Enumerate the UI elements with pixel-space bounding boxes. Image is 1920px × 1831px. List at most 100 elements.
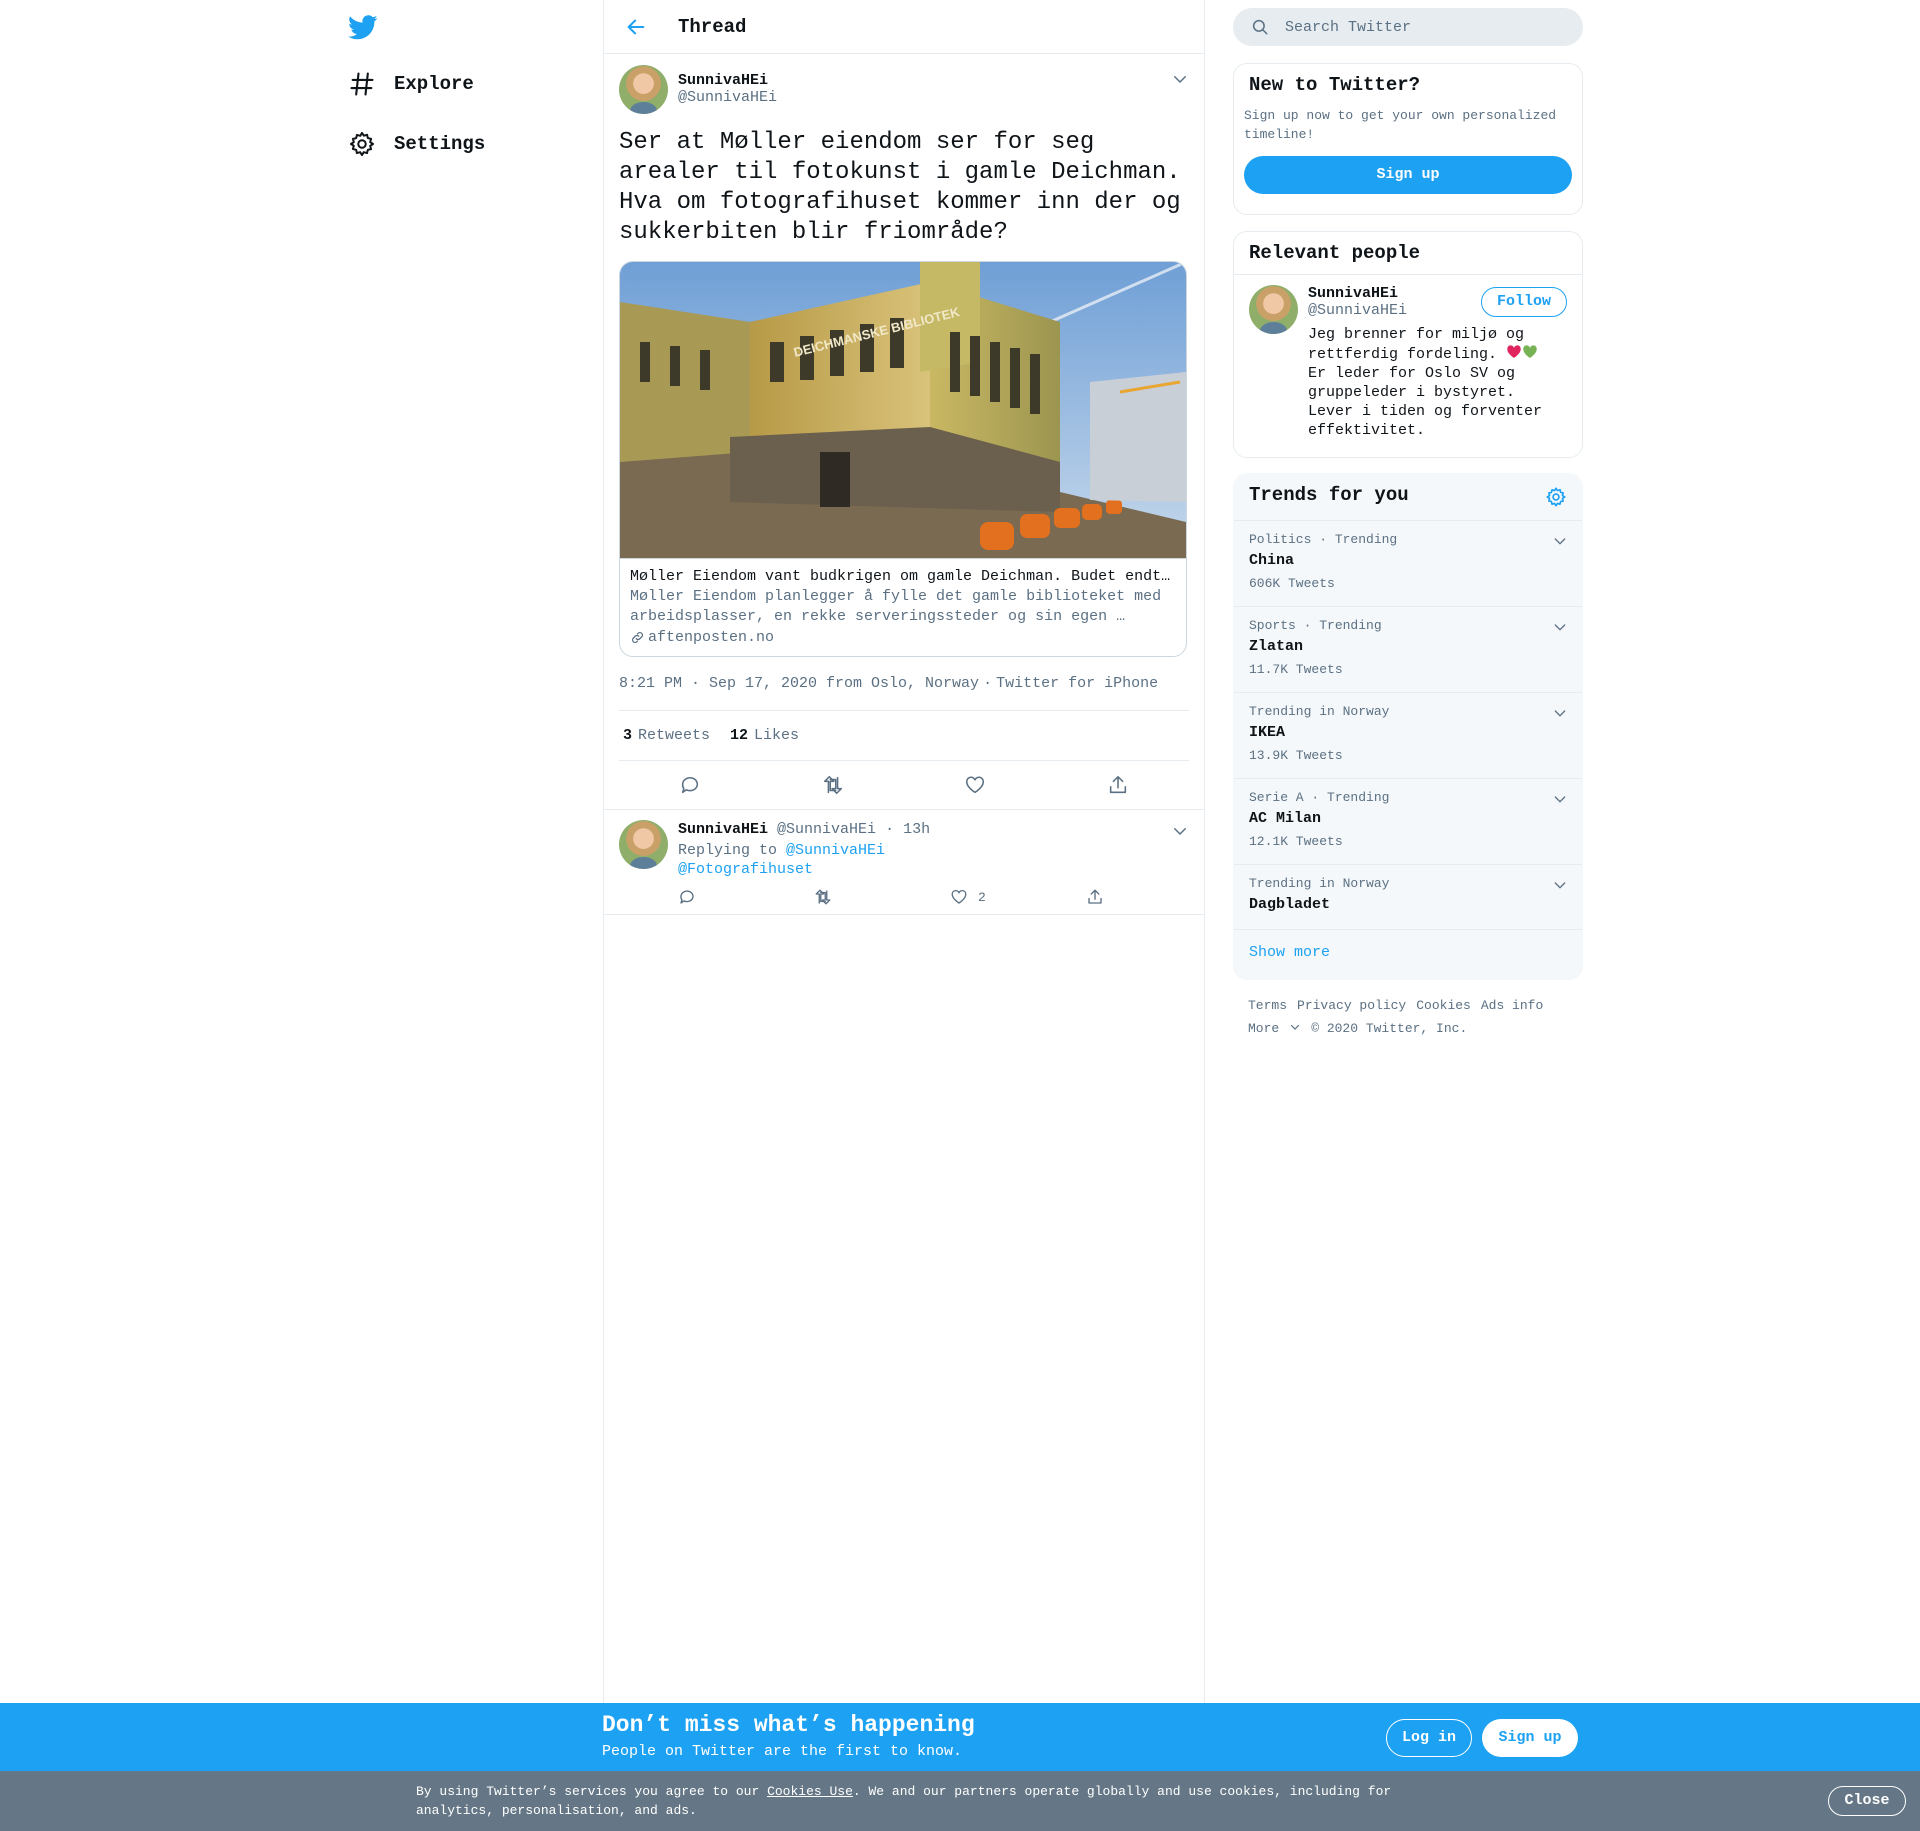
chevron-down-icon[interactable] <box>1552 791 1568 807</box>
tweet-time[interactable]: 8:21 PM · Sep 17, 2020 from Oslo, Norway <box>619 675 979 692</box>
cookie-close-button[interactable]: Close <box>1828 1786 1906 1816</box>
like-label[interactable]: Likes <box>754 727 799 744</box>
cookie-text: By using Twitter’s services you agree to… <box>416 1782 1416 1820</box>
gear-icon[interactable] <box>1545 486 1567 508</box>
footer-terms[interactable]: Terms <box>1248 998 1287 1013</box>
trend-name: AC Milan <box>1249 810 1322 827</box>
trend-context: Sports · Trending <box>1249 618 1382 633</box>
relevant-person[interactable]: SunnivaHEi @SunnivaHEi Jeg brenner for m… <box>1234 275 1582 450</box>
meta-separator: · <box>983 675 993 692</box>
trend-item[interactable]: Sports · Trending Zlatan 11.7K Tweets <box>1234 607 1582 693</box>
library-building-image: DEICHMANSKE BIBLIOTEK <box>620 262 1186 558</box>
reply-tweet[interactable]: SunnivaHEi @SunnivaHEi · 13h Replying to… <box>604 810 1204 915</box>
search-input[interactable] <box>1283 17 1567 37</box>
nav-settings-label: Settings <box>394 133 486 155</box>
reply-text: @Fotografihuset <box>678 861 1222 878</box>
trend-count: 13.9K Tweets <box>1249 748 1343 763</box>
replying-to-link[interactable]: @SunnivaHEi <box>786 842 885 859</box>
trend-count: 11.7K Tweets <box>1249 662 1343 677</box>
chevron-down-icon[interactable] <box>1552 533 1568 549</box>
card-description: Møller Eiendom planlegger å fylle det ga… <box>630 588 1162 625</box>
card-image: DEICHMANSKE BIBLIOTEK <box>620 262 1186 558</box>
reply-age[interactable]: 13h <box>903 821 930 838</box>
tweet-stats: 3 Retweets 12 Likes <box>619 711 1189 761</box>
footer-cookies[interactable]: Cookies <box>1416 998 1471 1013</box>
reply-like-button[interactable]: 2 <box>950 888 1086 906</box>
card-title: Møller Eiendom vant budkrigen om gamle D… <box>630 568 1176 585</box>
tweet-text: Ser at Møller eiendom ser for seg areale… <box>619 129 1181 246</box>
card-domain-text: aftenposten.no <box>648 629 775 646</box>
tweet-actions <box>604 761 1204 810</box>
trend-item[interactable]: Serie A · Trending AC Milan 12.1K Tweets <box>1234 779 1582 865</box>
new-to-twitter-box: New to Twitter? Sign up now to get your … <box>1233 63 1583 215</box>
banner-subtitle: People on Twitter are the first to know. <box>602 1743 963 1760</box>
cookie-bar: By using Twitter’s services you agree to… <box>0 1771 1920 1831</box>
reply-share-button[interactable] <box>1086 888 1222 906</box>
avatar[interactable] <box>619 820 668 869</box>
login-button[interactable]: Log in <box>1386 1719 1472 1757</box>
replying-to: Replying to @SunnivaHEi <box>678 840 1222 861</box>
trend-item[interactable]: Politics · Trending China 606K Tweets <box>1234 521 1582 607</box>
reply-icon[interactable] <box>679 774 701 796</box>
footer-privacy[interactable]: Privacy policy <box>1297 998 1406 1013</box>
like-count[interactable]: 12 <box>730 727 748 744</box>
retweet-label[interactable]: Retweets <box>638 727 710 744</box>
trend-context: Politics · Trending <box>1249 532 1398 547</box>
main-column: Thread SunnivaHEi @SunnivaHEi Ser at Møl… <box>603 0 1205 1703</box>
bio-line-1: Jeg brenner for miljø og rettferdig ford… <box>1308 326 1525 363</box>
tweet-author[interactable]: SunnivaHEi @SunnivaHEi <box>619 64 1189 114</box>
chevron-down-icon[interactable] <box>1171 70 1189 88</box>
signup-banner: Don’t miss what’s happening People on Tw… <box>0 1703 1920 1771</box>
chevron-down-icon[interactable] <box>1552 705 1568 721</box>
trends-title-text: Trends for you <box>1249 484 1409 506</box>
retweet-icon[interactable] <box>822 774 844 796</box>
banner-signup-button[interactable]: Sign up <box>1482 1719 1578 1757</box>
tweet-source[interactable]: Twitter for iPhone <box>996 675 1158 692</box>
trends-box: Trends for you Politics · Trending China… <box>1233 473 1583 980</box>
tweet-handle[interactable]: @SunnivaHEi <box>678 89 777 106</box>
link-icon <box>630 630 645 645</box>
bio-line-2: Er leder for Oslo SV og gruppeleder i by… <box>1308 365 1543 439</box>
avatar[interactable] <box>1249 285 1298 334</box>
trend-count: 12.1K Tweets <box>1249 834 1343 849</box>
avatar[interactable] <box>619 64 668 114</box>
show-more-link[interactable]: Show more <box>1234 930 1582 975</box>
trend-name: Zlatan <box>1249 638 1304 655</box>
reply-retweet-button[interactable] <box>814 888 950 906</box>
twitter-logo-icon[interactable] <box>348 12 378 42</box>
banner-title: Don’t miss what’s happening <box>602 1712 975 1738</box>
card-domain: aftenposten.no <box>630 629 1176 646</box>
green-heart-icon <box>1522 344 1538 360</box>
tweet-display-name[interactable]: SunnivaHEi <box>678 72 777 89</box>
trend-item[interactable]: Trending in Norway Dagbladet <box>1234 865 1582 930</box>
retweet-count[interactable]: 3 <box>623 727 632 744</box>
nav-explore[interactable]: Explore <box>348 64 474 104</box>
search-bar[interactable] <box>1233 8 1583 46</box>
reply-reply-button[interactable] <box>678 888 814 906</box>
reply-display-name[interactable]: SunnivaHEi <box>678 821 768 838</box>
hashtag-icon <box>348 70 376 98</box>
mention-link[interactable]: @Fotografihuset <box>678 861 813 878</box>
trend-item[interactable]: Trending in Norway IKEA 13.9K Tweets <box>1234 693 1582 779</box>
chevron-down-icon[interactable] <box>1552 619 1568 635</box>
cookies-use-link[interactable]: Cookies Use <box>767 1784 853 1799</box>
red-heart-icon <box>1506 344 1522 360</box>
main-tweet: SunnivaHEi @SunnivaHEi Ser at Møller eie… <box>604 54 1204 810</box>
chevron-down-icon[interactable] <box>1171 822 1189 840</box>
back-arrow-icon[interactable] <box>622 13 650 41</box>
sidebar-signup-button[interactable]: Sign up <box>1244 156 1572 194</box>
heart-icon[interactable] <box>964 774 986 796</box>
nav-explore-label: Explore <box>394 73 474 95</box>
nav-settings[interactable]: Settings <box>348 124 485 164</box>
share-icon <box>1086 888 1104 906</box>
trend-name: China <box>1249 552 1295 569</box>
link-card[interactable]: DEICHMANSKE BIBLIOTEK Møller Eiendom van… <box>619 261 1187 657</box>
reply-handle[interactable]: @SunnivaHEi <box>777 821 876 838</box>
share-icon[interactable] <box>1107 774 1129 796</box>
chevron-down-icon <box>1291 1024 1300 1030</box>
trends-title: Trends for you <box>1234 474 1582 521</box>
chevron-down-icon[interactable] <box>1552 877 1568 893</box>
footer-ads[interactable]: Ads info <box>1481 998 1543 1013</box>
footer-more[interactable]: More <box>1248 1021 1301 1036</box>
follow-button[interactable]: Follow <box>1481 287 1567 317</box>
